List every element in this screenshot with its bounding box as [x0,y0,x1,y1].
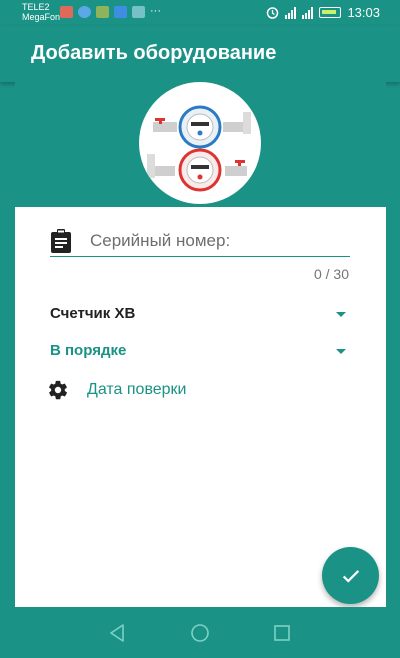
meter-type-dropdown[interactable]: Счетчик ХВ [50,305,350,329]
serial-number-row [50,229,350,257]
character-counter: 0 / 30 [313,266,349,282]
signal-icon-1 [285,6,297,19]
page-title: Добавить оборудование [31,42,277,64]
carrier-name-2: MegaFon [22,12,61,22]
image-icon [132,6,145,18]
water-meters-image [147,105,251,192]
signal-icon-2 [302,6,314,19]
check-icon [342,569,359,583]
app-bar: Добавить оборудование [0,26,400,82]
confirm-fab-button[interactable] [322,547,379,604]
back-icon[interactable] [108,623,128,643]
condition-dropdown[interactable]: В порядке [50,342,350,366]
meter-type-value: Счетчик ХВ [50,305,136,322]
video-icon [60,6,73,18]
gear-icon [49,380,67,400]
notification-icons: ··· [60,6,161,18]
shield-icon [78,6,91,18]
dropdown-arrow-icon [336,312,346,317]
dropdown-arrow-icon [336,349,346,354]
mail-icon [114,6,127,18]
system-icons: 13:03 [266,5,380,20]
clipboard-icon [51,229,71,253]
condition-value: В порядке [50,342,127,359]
more-notifications-icon: ··· [150,5,161,17]
carrier-name-1: TELE2 [22,2,50,12]
tools-icon [96,6,109,18]
alarm-icon [267,7,279,19]
carrier-info: TELE2 MegaFon [22,2,60,22]
verification-date-label: Дата поверки [87,381,187,398]
equipment-photo[interactable] [139,82,261,204]
form-card: 0 / 30 Счетчик ХВ В порядке Дата поверки [15,207,386,607]
status-bar: TELE2 MegaFon ··· 13:03 [0,0,400,26]
clock: 13:03 [347,5,380,20]
recents-icon[interactable] [272,623,292,643]
home-icon[interactable] [190,623,210,643]
verification-date-button[interactable]: Дата поверки [47,379,267,403]
serial-number-input[interactable] [90,229,340,253]
battery-icon [319,7,342,18]
navigation-bar [0,607,400,658]
